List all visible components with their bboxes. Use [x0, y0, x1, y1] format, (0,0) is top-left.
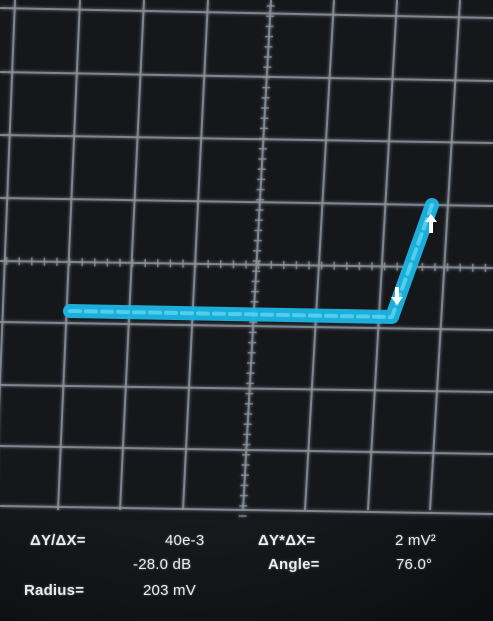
measurement-readouts: ΔY/ΔX= 40e-3 ΔY*ΔX= 2 mV² -28.0 dB Angle… — [0, 518, 493, 621]
dy-dx-label: ΔY/ΔX= — [30, 532, 86, 549]
db-value: -28.0 dB — [133, 556, 192, 573]
radius-value: 203 mV — [143, 582, 196, 599]
dy-times-dx-label: ΔY*ΔX= — [258, 532, 316, 549]
dy-times-dx-value: 2 mV² — [395, 532, 437, 549]
down-arrow-shaft — [395, 287, 399, 297]
oscilloscope-display: ΔY/ΔX= 40e-3 ΔY*ΔX= 2 mV² -28.0 dB Angle… — [0, 0, 493, 621]
angle-value: 76.0° — [396, 556, 433, 573]
radius-label: Radius= — [24, 582, 85, 599]
up-arrow-shaft — [429, 222, 433, 233]
dy-dx-value: 40e-3 — [165, 532, 205, 549]
xy-plot-screen — [0, 0, 493, 520]
angle-label: Angle= — [268, 556, 320, 573]
